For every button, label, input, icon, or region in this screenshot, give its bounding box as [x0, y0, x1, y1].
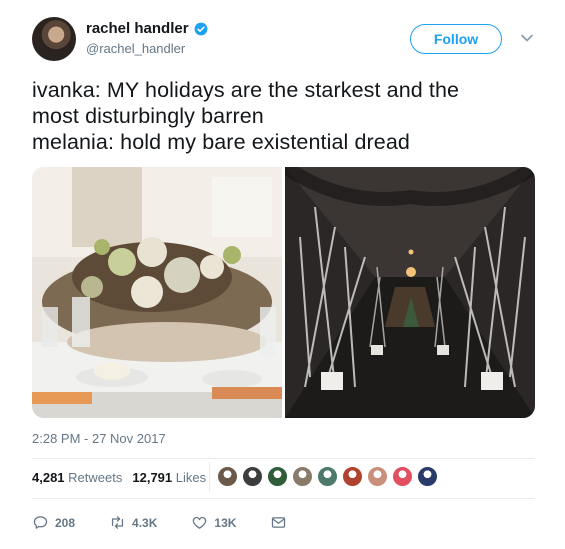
- retweets-stat[interactable]: 4,281 Retweets: [32, 470, 122, 485]
- retweets-label: Retweets: [68, 470, 123, 485]
- liker-avatars: [217, 466, 442, 487]
- tweet-photo-hallway[interactable]: [285, 167, 535, 418]
- likes-label: Likes: [175, 470, 207, 485]
- reply-icon: [33, 516, 48, 529]
- liker-avatar[interactable]: [267, 466, 288, 487]
- liker-avatar[interactable]: [417, 466, 438, 487]
- verified-badge-icon: [194, 22, 207, 35]
- liker-avatar[interactable]: [317, 466, 338, 487]
- tweet-photo-centerpiece[interactable]: [32, 167, 282, 418]
- author-avatar[interactable]: [32, 17, 76, 61]
- author-name-row: rachel handler: [86, 20, 208, 37]
- chevron-down-icon[interactable]: [520, 31, 534, 45]
- reply-button[interactable]: 208: [32, 514, 75, 531]
- reply-count: 208: [55, 515, 76, 530]
- liker-avatar[interactable]: [217, 466, 238, 487]
- tweet-text-line: ivanka: MY holidays are the starkest and…: [32, 78, 460, 102]
- tweet-actions: 208 4.3K 13K: [32, 514, 321, 531]
- author-display-name[interactable]: rachel handler: [86, 20, 189, 37]
- liker-avatar[interactable]: [342, 466, 363, 487]
- retweet-count: 4.3K: [132, 515, 158, 530]
- retweets-count: 4,281: [32, 470, 65, 485]
- retweet-icon: [111, 516, 124, 529]
- like-count: 13K: [214, 515, 237, 530]
- tweet-text-line: most disturbingly barren: [32, 104, 264, 128]
- likes-count: 12,791: [132, 470, 173, 485]
- engagement-stats: 4,281 Retweets 12,791 Likes: [32, 470, 206, 485]
- like-button[interactable]: 13K: [191, 514, 236, 531]
- heart-icon: [193, 516, 207, 529]
- envelope-icon: [272, 517, 286, 528]
- author-handle[interactable]: @rachel_handler: [86, 41, 185, 56]
- likes-stat[interactable]: 12,791 Likes: [132, 470, 206, 485]
- tweet-text: ivanka: MY holidays are the starkest and…: [32, 77, 532, 155]
- divider: [32, 458, 535, 459]
- tweet-text-line: melania: hold my bare existential dread: [32, 130, 410, 154]
- direct-message-button[interactable]: [270, 514, 287, 531]
- liker-avatar[interactable]: [292, 466, 313, 487]
- retweet-button[interactable]: 4.3K: [109, 514, 157, 531]
- stats-separator: [209, 462, 210, 492]
- liker-avatar[interactable]: [367, 466, 388, 487]
- liker-avatar[interactable]: [392, 466, 413, 487]
- tweet-timestamp[interactable]: 2:28 PM - 27 Nov 2017: [32, 431, 166, 446]
- liker-avatar[interactable]: [242, 466, 263, 487]
- follow-button[interactable]: Follow: [410, 24, 502, 54]
- divider: [32, 498, 535, 499]
